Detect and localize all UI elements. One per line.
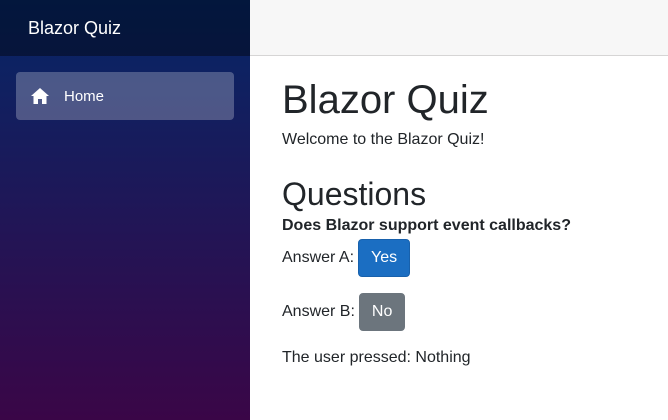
no-button[interactable]: No xyxy=(358,293,406,332)
brand-link[interactable]: Blazor Quiz xyxy=(28,18,121,39)
page-title: Blazor Quiz xyxy=(282,78,489,122)
top-row xyxy=(250,0,668,56)
answer-b-row: Answer B: No xyxy=(282,293,662,332)
sidebar-item-home[interactable]: Home xyxy=(16,72,234,120)
sidebar-item-label: Home xyxy=(64,87,105,105)
answer-a-label: Answer A: xyxy=(282,249,355,267)
status-value: Nothing xyxy=(415,349,471,367)
status-text: The user pressed: Nothing xyxy=(282,349,662,367)
status-prefix: The user pressed: xyxy=(282,349,411,367)
answer-a-row: Answer A: Yes xyxy=(282,239,662,278)
nav-menu: Home xyxy=(0,56,250,120)
section-title: Questions xyxy=(282,176,427,212)
sidebar: Blazor Quiz Home xyxy=(0,0,250,420)
yes-button[interactable]: Yes xyxy=(358,239,411,278)
main-content: Blazor Quiz Welcome to the Blazor Quiz! … xyxy=(282,56,662,367)
question-text: Does Blazor support event callbacks? xyxy=(282,217,571,235)
brand-bar: Blazor Quiz xyxy=(0,0,250,56)
home-icon xyxy=(30,86,50,106)
welcome-text: Welcome to the Blazor Quiz! xyxy=(282,131,485,148)
answer-b-label: Answer B: xyxy=(282,303,355,321)
